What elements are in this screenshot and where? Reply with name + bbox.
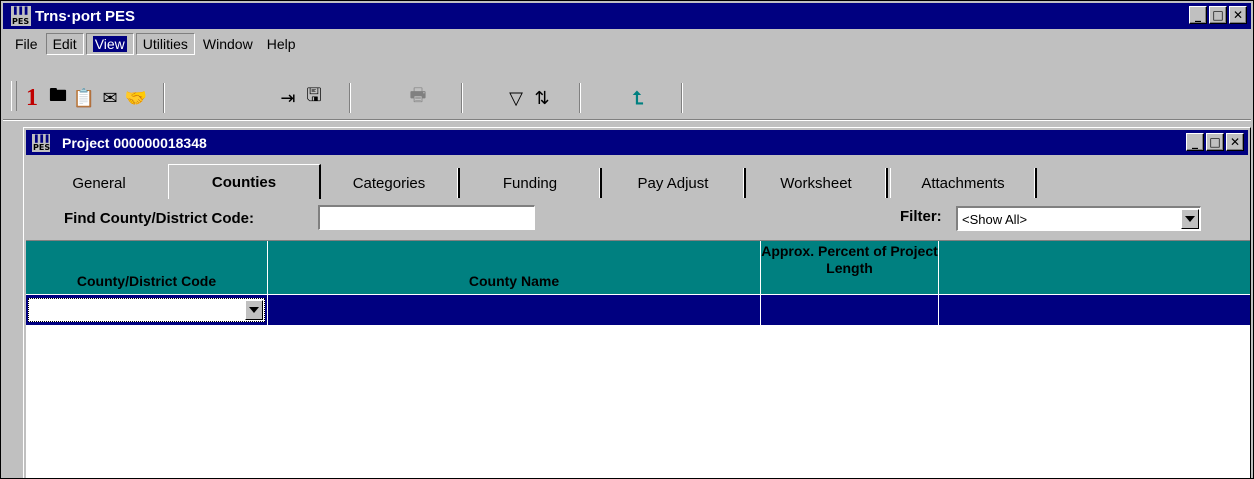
mail-button[interactable]: ✉ [97,85,123,111]
cell-extra [939,295,1250,325]
handshake-button[interactable]: 🤝 [123,85,149,111]
menu-view-label: View [92,36,127,52]
column-header-percent[interactable]: Approx. Percent of Project Length [761,241,939,294]
tab-categories[interactable]: Categories [320,168,460,198]
sort-button[interactable]: ⇅ [529,85,555,111]
counties-grid: County/District Code County Name Approx.… [26,240,1250,478]
pes-child-icon: ▌▌▌ PES [32,133,52,152]
menu-view[interactable]: View [85,33,134,55]
tab-general[interactable]: General [30,168,168,198]
column-header-name[interactable]: County Name [268,241,761,294]
tab-funding[interactable]: Funding [460,168,602,198]
one-icon: 1 [26,84,38,111]
filter-select[interactable]: <Show All> [956,206,1201,231]
up-arrow-icon: ⮤ [632,87,644,109]
app-title-bar[interactable]: ▌▌▌ PES Trns·port PES _ □ ✕ [3,3,1251,29]
menu-edit[interactable]: Edit [45,33,84,55]
toolbar-group-4: ▽ ⇅ [493,83,580,113]
column-header-extra [939,241,1250,294]
save-disk-icon: 🖫 [306,85,322,106]
close-icon: ✕ [1229,135,1241,149]
project-window: ▌▌▌ PES Project 000000018348 _ □ ✕ Gener… [23,127,1251,478]
cell-percent[interactable] [761,295,939,325]
tab-pay-adjust[interactable]: Pay Adjust [602,168,746,198]
minimize-icon: _ [1192,135,1198,149]
filter-dropdown-button[interactable] [1181,209,1199,229]
exit-door-icon: ⇥ [280,87,296,109]
one-button[interactable]: 1 [19,85,45,111]
close-icon: ✕ [1232,8,1244,22]
project-title: Project 000000018348 [62,134,207,151]
maximize-icon: □ [1212,8,1224,22]
menu-help[interactable]: Help [261,34,302,54]
app-window: ▌▌▌ PES Trns·port PES _ □ ✕ File Edit Vi… [0,0,1254,479]
clipboard-button[interactable]: 📋 [71,85,97,111]
sort-az-icon: ⇅ [534,87,550,109]
table-row[interactable] [26,295,1250,325]
pes-app-icon: ▌▌▌ PES [11,6,31,26]
cell-code[interactable] [26,295,268,325]
toolbar-group-3: 🖶 [383,83,462,113]
mail-icon: ✉ [102,87,118,109]
minimize-icon: _ [1195,8,1201,22]
clipboard-icon: 📋 [72,87,96,109]
filter-icon: ▽ [509,87,523,109]
tab-worksheet[interactable]: Worksheet [746,168,888,198]
tab-strip: General Counties Categories Funding Pay … [30,164,1244,199]
find-row: Find County/District Code: Filter: <Show… [24,200,1250,236]
cell-name[interactable] [268,295,761,325]
menu-window[interactable]: Window [197,34,259,54]
toolbar-group-1: 1 🖿 📋 ✉ 🤝 [19,83,164,113]
maximize-icon: □ [1209,135,1221,149]
toolbar-group-2: ⇥ 🖫 [265,83,350,113]
filter-label: Filter: [900,208,942,225]
project-title-bar[interactable]: ▌▌▌ PES Project 000000018348 _ □ ✕ [26,130,1248,155]
child-close-button[interactable]: ✕ [1226,133,1244,151]
toolbar-group-5: ⮤ [609,83,682,113]
print-button[interactable]: 🖶 [405,85,431,111]
filter-value: <Show All> [962,211,1028,227]
menu-utilities[interactable]: Utilities [135,33,195,55]
maximize-button[interactable]: □ [1209,6,1227,24]
open-button[interactable]: 🖿 [45,85,71,111]
exit-button[interactable]: ⇥ [275,85,301,111]
tab-counties[interactable]: Counties [168,164,321,199]
find-label: Find County/District Code: [64,210,254,227]
find-county-input[interactable] [318,205,535,230]
child-maximize-button[interactable]: □ [1206,133,1224,151]
grid-header: County/District Code County Name Approx.… [26,241,1250,294]
county-code-dropdown-button[interactable] [245,300,263,320]
chevron-down-icon [1185,216,1195,222]
app-title: Trns·port PES [35,7,136,25]
open-folder-icon: 🖿 [49,85,67,106]
minimize-button[interactable]: _ [1189,6,1207,24]
toolbar-divider [3,119,1251,121]
toolbar-grip[interactable] [11,81,17,111]
column-header-code[interactable]: County/District Code [26,241,268,294]
chevron-down-icon [249,307,259,313]
handshake-icon: 🤝 [124,87,148,109]
close-button[interactable]: ✕ [1229,6,1247,24]
menu-bar: File Edit View Utilities Window Help [3,31,1251,57]
toolbar: 1 🖿 📋 ✉ 🤝 ⇥ 🖫 🖶 ▽ ⇅ ⮤ [3,59,1251,123]
menu-file[interactable]: File [9,34,44,54]
print-icon: 🖶 [409,85,427,106]
save-button[interactable]: 🖫 [301,85,327,111]
county-code-combo[interactable] [28,298,265,322]
child-minimize-button[interactable]: _ [1186,133,1204,151]
up-button[interactable]: ⮤ [625,85,651,111]
tab-attachments[interactable]: Attachments [890,168,1037,198]
filter-button[interactable]: ▽ [503,85,529,111]
